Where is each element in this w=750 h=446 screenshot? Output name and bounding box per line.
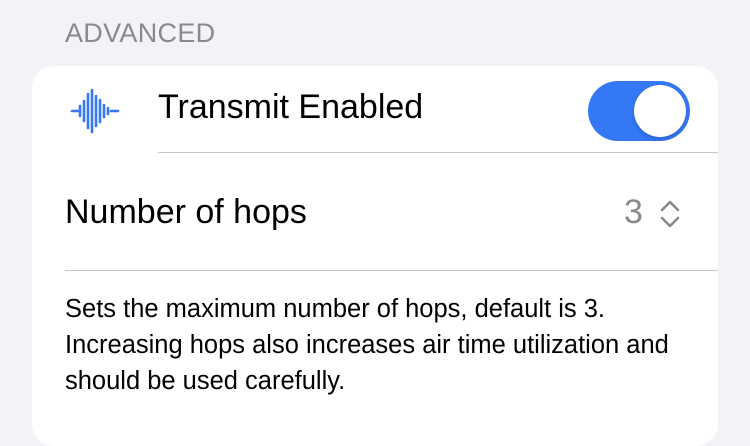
advanced-settings-card: Transmit Enabled Number of hops 3 Sets t… — [32, 66, 718, 446]
number-of-hops-label: Number of hops — [65, 193, 307, 231]
number-of-hops-row[interactable]: Number of hops 3 — [32, 153, 718, 270]
section-header-advanced: ADVANCED — [65, 18, 216, 48]
waveform-icon — [70, 88, 120, 134]
transmit-enabled-row: Transmit Enabled — [32, 66, 718, 152]
divider — [65, 270, 718, 271]
transmit-enabled-toggle[interactable] — [588, 81, 690, 141]
number-of-hops-value: 3 — [624, 193, 643, 231]
transmit-enabled-label: Transmit Enabled — [158, 88, 424, 126]
toggle-knob — [634, 85, 686, 137]
hops-description: Sets the maximum number of hops, default… — [65, 295, 669, 395]
chevron-up-down-icon[interactable] — [656, 197, 684, 231]
